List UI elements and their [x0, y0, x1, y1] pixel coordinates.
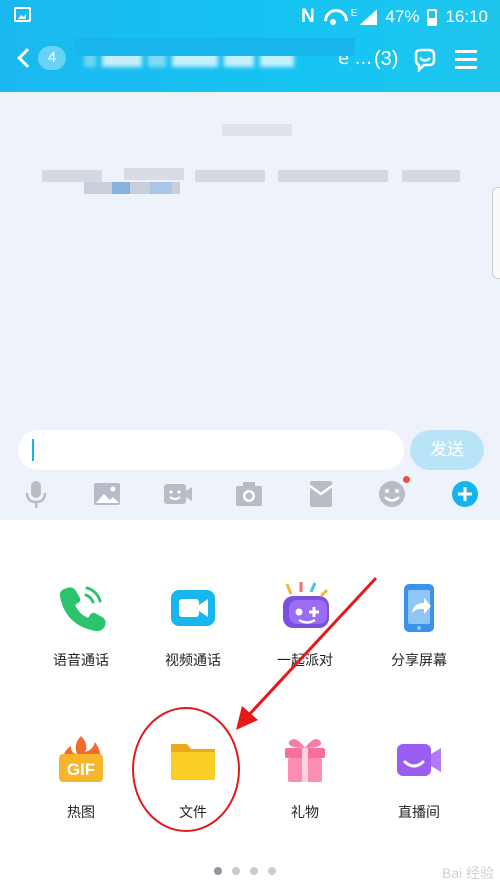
watermark: Bai 经验: [441, 865, 494, 881]
chat-screen: N E 47% 16:10 4 e ... (3) 发送 语音通话 视频通话 一…: [0, 0, 500, 889]
annotation-arrow: [236, 576, 378, 730]
